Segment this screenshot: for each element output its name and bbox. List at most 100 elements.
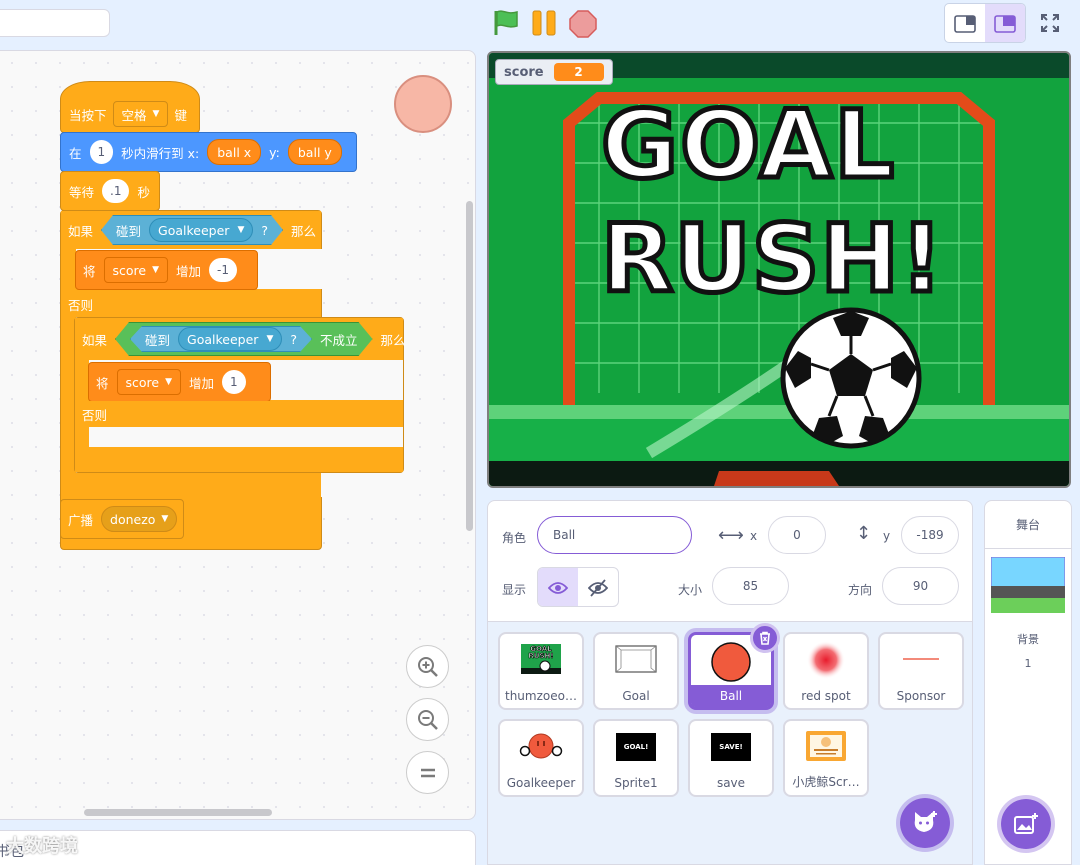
wait-secs-input[interactable]: .1 <box>102 179 130 203</box>
inner-then-label: 那么 <box>380 332 406 348</box>
direction-input[interactable]: 90 <box>882 567 959 605</box>
glide-secs-input[interactable]: 1 <box>89 140 114 164</box>
glide-y-label: y: <box>269 144 280 160</box>
direction-label: 方向 <box>848 583 873 597</box>
hat-label: 当按下 <box>69 107 107 123</box>
trash-icon <box>760 631 770 645</box>
inner-touching-condition[interactable]: 碰到 Goalkeeper ▼ ? <box>130 326 312 352</box>
title-line1: GOAL <box>598 91 897 200</box>
if-label: 如果 <box>68 223 94 239</box>
sprite-label: Ball <box>691 685 771 707</box>
glide-block[interactable]: 在 1 秒内滑行到 x: ball x y: ball y <box>60 132 357 172</box>
change2-op: 增加 <box>189 375 215 391</box>
vertical-scrollbar[interactable] <box>466 201 473 531</box>
normal-stage-button[interactable] <box>985 4 1025 42</box>
change-score-block[interactable]: 将 score ▼ 增加 -1 <box>75 250 258 290</box>
fullscreen-icon[interactable] <box>1030 3 1070 43</box>
sprite-tile-save[interactable]: SAVE! save <box>688 719 774 797</box>
size-label: 大小 <box>678 583 703 597</box>
top-bar <box>0 0 1080 48</box>
sprite1-thumb-text: GOAL! <box>616 733 656 761</box>
hat-suffix: 键 <box>174 107 187 123</box>
broadcast-message-dropdown[interactable]: donezo ▼ <box>101 506 178 532</box>
search-input[interactable] <box>0 9 110 37</box>
sprite-tile-xiaohujing[interactable]: 小虎鲸Scr… <box>783 719 869 797</box>
not-operator[interactable]: 碰到 Goalkeeper ▼ ? 不成立 <box>115 322 373 356</box>
inner-question-mark: ? <box>290 331 297 347</box>
touching-condition[interactable]: 碰到 Goalkeeper ▼ ? <box>101 215 283 245</box>
x-input[interactable]: 0 <box>768 516 826 554</box>
stage-size-toggle <box>944 3 1026 43</box>
key-dropdown[interactable]: 空格 ▼ <box>112 101 169 127</box>
stop-icon[interactable] <box>568 9 598 39</box>
visibility-toggle <box>537 567 619 607</box>
change-score-block-2[interactable]: 将 score ▼ 增加 1 <box>88 362 271 402</box>
zoom-out-icon <box>417 709 438 730</box>
var2-value: score <box>125 374 160 390</box>
inner-else-row: 否则 <box>75 401 403 427</box>
variable-dropdown-2[interactable]: score ▼ <box>116 369 182 395</box>
code-workspace[interactable]: 当按下 空格 ▼ 键 在 1 秒内滑行到 x: ball x y: ball y … <box>0 50 476 820</box>
y-input[interactable]: -189 <box>901 516 959 554</box>
zoom-reset-button[interactable] <box>406 751 449 794</box>
else-label: 否则 <box>68 297 94 313</box>
horizontal-scrollbar[interactable] <box>84 809 272 816</box>
stage-title: 舞台 <box>985 501 1071 549</box>
sprite-list-panel: GOAL RUSH! thumzoeo… Goal Ball red spot … <box>487 622 973 865</box>
sprite-name-label: 角色 <box>502 531 527 545</box>
sprite-label: red spot <box>801 689 851 703</box>
stage[interactable]: score 2 GOAL RUSH! <box>487 51 1071 488</box>
show-button[interactable] <box>538 568 578 606</box>
zoom-out-button[interactable] <box>406 698 449 741</box>
direction-value: 90 <box>912 579 929 593</box>
goalkeeper-thumbnail <box>519 733 563 759</box>
eye-icon <box>548 582 568 594</box>
sprite-label: Goal <box>622 689 650 703</box>
sprite-info-panel: 角色 Ball ⟷ x 0 ↕ y -189 显示 大小 85 方向 90 <box>487 500 973 622</box>
sprite-label: Sprite1 <box>614 776 658 790</box>
add-sprite-button[interactable] <box>896 794 954 852</box>
change-value-input[interactable]: -1 <box>209 258 238 282</box>
inner-target-value: Goalkeeper <box>187 331 259 347</box>
y-label: y <box>883 529 891 543</box>
sprite-tile-sponsor[interactable]: Sponsor <box>878 632 964 710</box>
backdrops-label: 背景 <box>1017 633 1039 646</box>
touching-target-dropdown[interactable]: Goalkeeper ▼ <box>149 218 253 242</box>
zoom-in-button[interactable] <box>406 645 449 688</box>
sprite-tile-sprite1[interactable]: GOAL! Sprite1 <box>593 719 679 797</box>
sprite-tile-red-spot[interactable]: red spot <box>783 632 869 710</box>
inner-if-label: 如果 <box>82 332 108 348</box>
red-spot-thumbnail <box>807 641 845 679</box>
y-arrows-icon: ↕ <box>856 523 872 544</box>
hide-button[interactable] <box>578 568 618 606</box>
ball-y-reporter[interactable]: ball y <box>287 139 342 165</box>
add-backdrop-button[interactable] <box>997 795 1055 853</box>
zoom-in-icon <box>417 656 438 677</box>
delete-sprite-button[interactable] <box>750 623 780 653</box>
size-input[interactable]: 85 <box>712 567 789 605</box>
soccer-ball-sprite[interactable] <box>779 306 923 450</box>
save-thumb-text: SAVE! <box>711 733 751 761</box>
sprite-name-input[interactable]: Ball <box>537 516 692 554</box>
ball-x-reporter[interactable]: ball x <box>207 139 262 165</box>
green-flag-icon[interactable] <box>490 8 522 38</box>
broadcast-block[interactable]: 广播 donezo ▼ <box>60 499 184 539</box>
pause-icon[interactable] <box>530 10 560 36</box>
var-value: score <box>112 262 147 278</box>
else-label-row: 否则 <box>61 290 321 318</box>
stage-target-panel[interactable]: 舞台 背景 1 <box>984 500 1072 865</box>
sprite-tile-goal[interactable]: Goal <box>593 632 679 710</box>
sprite-tile-thumzoeo[interactable]: GOAL RUSH! thumzoeo… <box>498 632 584 710</box>
xiaohujing-thumbnail <box>806 731 846 761</box>
variable-dropdown[interactable]: score ▼ <box>103 257 169 283</box>
inner-target-dropdown[interactable]: Goalkeeper ▼ <box>178 327 282 351</box>
wait-block[interactable]: 等待 .1 秒 <box>60 171 160 211</box>
score-monitor[interactable]: score 2 <box>495 59 613 85</box>
sprite-tile-goalkeeper[interactable]: Goalkeeper <box>498 719 584 797</box>
glide-mid: 秒内滑行到 x: <box>121 145 200 161</box>
sprite-label: save <box>716 776 746 790</box>
when-key-pressed-block[interactable]: 当按下 空格 ▼ 键 <box>60 81 200 133</box>
change2-value-input[interactable]: 1 <box>222 370 246 394</box>
small-stage-button[interactable] <box>945 4 985 42</box>
inner-if-foot <box>75 447 403 472</box>
